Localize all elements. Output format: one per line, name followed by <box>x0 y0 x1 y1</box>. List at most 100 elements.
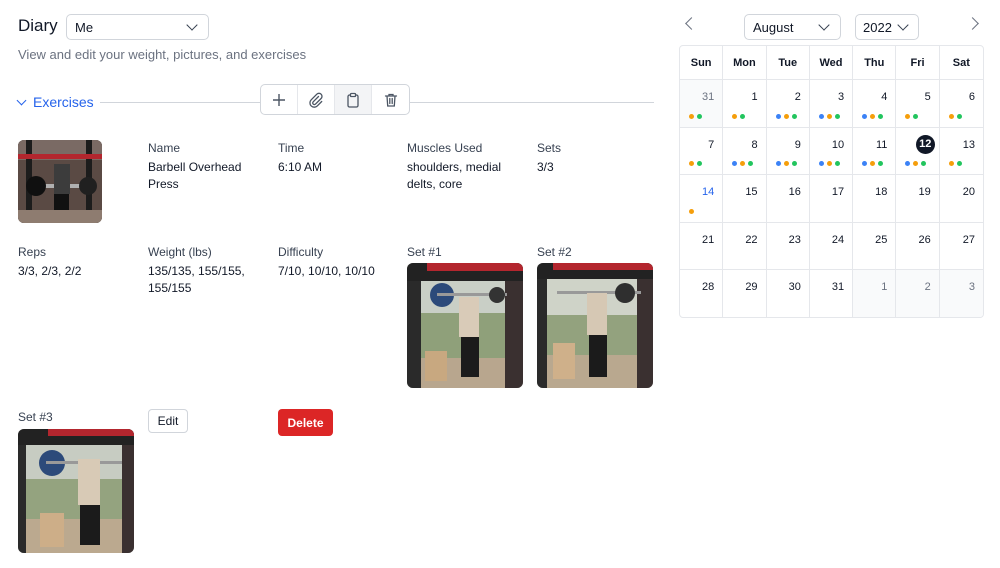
user-select[interactable]: Me <box>66 14 209 40</box>
calendar-day[interactable]: 28 <box>680 270 724 317</box>
delete-entry-button[interactable] <box>372 85 409 114</box>
calendar-day-number: 28 <box>702 281 715 294</box>
attach-icon <box>309 92 323 108</box>
calendar-day[interactable]: 13 <box>939 128 983 176</box>
calendar-day[interactable]: 29 <box>723 270 767 317</box>
entry-dot-orange <box>905 113 911 119</box>
calendar-day[interactable]: 3 <box>809 80 854 128</box>
calendar-day-number: 6 <box>968 91 975 103</box>
entry-dot-blue <box>775 161 781 167</box>
calendar-day[interactable]: 2 <box>896 270 940 317</box>
calendar-day[interactable]: 20 <box>939 175 983 223</box>
weight-label: Weight (lbs) <box>148 245 212 259</box>
calendar-day[interactable]: 23 <box>766 222 810 271</box>
entry-indicators <box>905 161 927 167</box>
calendar-day[interactable]: 8 <box>723 127 767 176</box>
exercise-thumbnail[interactable] <box>18 140 102 223</box>
calendar-day[interactable]: 22 <box>723 222 767 271</box>
calendar-day[interactable]: 26 <box>896 222 940 271</box>
entry-indicators <box>775 113 797 119</box>
month-value: August <box>753 19 794 35</box>
calendar-day[interactable]: 19 <box>896 175 940 223</box>
calendar-day[interactable]: 17 <box>809 175 854 223</box>
entry-dot-green <box>791 113 797 119</box>
entry-indicators <box>862 113 884 119</box>
entry-dot-orange <box>870 161 876 167</box>
entry-indicators <box>775 161 797 167</box>
calendar-day-number: 21 <box>702 233 715 246</box>
weekday-sun: Sun <box>680 46 724 79</box>
calendar-day[interactable]: 1 <box>853 270 897 317</box>
exercises-toggle[interactable]: Exercises <box>16 94 96 110</box>
entry-dot-green <box>956 113 962 119</box>
entry-dot-orange <box>740 161 746 167</box>
delete-button[interactable]: Delete <box>278 409 333 436</box>
calendar-day[interactable]: 5 <box>896 80 940 128</box>
add-icon <box>273 93 285 106</box>
set2-photo[interactable] <box>537 263 653 388</box>
calendar-day[interactable]: 3 <box>939 270 983 317</box>
exercise-toolbar <box>260 84 410 115</box>
calendar-day[interactable]: 2 <box>766 80 810 128</box>
year-select[interactable]: 2022 <box>855 14 919 40</box>
calendar-day-number: 19 <box>918 186 931 199</box>
calendar-day[interactable]: 15 <box>723 175 767 223</box>
calendar-day-number: 10 <box>831 138 845 151</box>
calendar-day[interactable]: 11 <box>853 127 897 176</box>
entry-dot-blue <box>862 113 868 119</box>
calendar-day[interactable]: 16 <box>766 175 810 223</box>
calendar-day[interactable]: 14 <box>680 175 724 223</box>
chevron-down-icon <box>16 95 27 105</box>
calendar-day-number: 2 <box>794 91 801 103</box>
calendar-day[interactable]: 1 <box>723 80 767 128</box>
entry-dot-blue <box>775 113 781 119</box>
calendar-day[interactable]: 12 <box>896 127 940 176</box>
chevron-down-icon <box>186 19 198 31</box>
calendar-day-number: 23 <box>788 233 801 246</box>
calendar-day[interactable]: 31 <box>809 270 854 317</box>
calendar-day-number: 2 <box>924 281 931 294</box>
clipboard-icon <box>347 92 359 108</box>
calendar-day-number: 18 <box>875 186 888 199</box>
clipboard-button[interactable] <box>335 85 372 114</box>
next-month-icon[interactable] <box>966 17 979 30</box>
entry-dot-orange <box>948 113 954 119</box>
calendar-day[interactable]: 7 <box>680 127 724 176</box>
trash-icon <box>384 93 397 107</box>
month-select[interactable]: August <box>744 14 841 40</box>
entry-dot-orange <box>870 113 876 119</box>
calendar-day[interactable]: 27 <box>939 223 983 271</box>
set3-photo[interactable] <box>18 429 134 553</box>
calendar-day-number: 16 <box>788 186 801 199</box>
calendar-day[interactable]: 21 <box>680 222 724 271</box>
calendar-day-number: 7 <box>708 138 715 151</box>
calendar-day-number: 8 <box>751 138 758 151</box>
add-button[interactable] <box>261 85 298 114</box>
set1-photo[interactable] <box>407 263 523 388</box>
calendar-day[interactable]: 10 <box>809 127 854 176</box>
entry-dot-green <box>740 113 746 119</box>
entry-dot-blue <box>818 161 824 167</box>
calendar-day-number: 11 <box>876 138 888 151</box>
calendar-day-number: 29 <box>745 281 758 294</box>
entry-dot-orange <box>826 113 832 119</box>
calendar-day[interactable]: 9 <box>766 127 810 176</box>
attach-button[interactable] <box>298 85 335 114</box>
previous-month-icon[interactable] <box>685 17 698 30</box>
weekday-tue: Tue <box>767 46 810 79</box>
weekday-wed: Wed <box>810 46 854 79</box>
calendar-day[interactable]: 30 <box>766 270 810 317</box>
calendar-day[interactable]: 25 <box>853 222 897 271</box>
calendar-weekday-header: Sun Mon Tue Wed Thu Fri Sat <box>680 46 983 80</box>
calendar-day[interactable]: 31 <box>680 80 724 128</box>
calendar-day-number: 31 <box>831 281 845 294</box>
calendar-day[interactable]: 4 <box>853 80 897 128</box>
entry-dot-orange <box>689 113 694 119</box>
entry-dot-blue <box>862 161 868 167</box>
page-title: Diary <box>18 16 58 35</box>
calendar-day[interactable]: 24 <box>809 222 854 271</box>
calendar-day[interactable]: 18 <box>853 175 897 223</box>
exercises-label: Exercises <box>33 94 94 110</box>
edit-button[interactable]: Edit <box>148 409 188 433</box>
calendar-day[interactable]: 6 <box>939 80 983 128</box>
